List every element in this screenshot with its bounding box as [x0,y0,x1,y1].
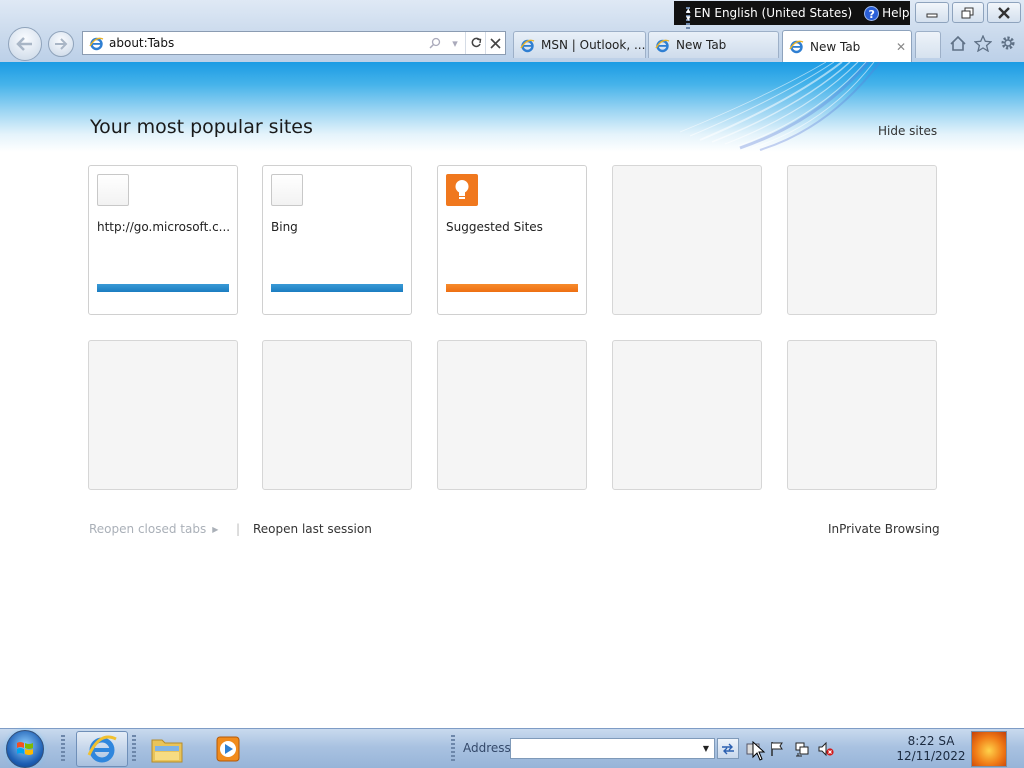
forward-button[interactable] [48,31,74,57]
windows-logo-icon [17,742,33,755]
taskbar-grip[interactable] [451,735,455,763]
language-label[interactable]: EN English (United States) [694,6,852,20]
ie-icon [789,39,804,54]
taskbar-windows-explorer[interactable] [141,731,193,767]
new-tab-page: Your most popular sites Hide sites http:… [0,62,1024,728]
empty-site-tile[interactable] [787,340,937,490]
favorites-star-icon[interactable] [973,33,993,53]
folder-icon [151,739,183,763]
taskbar-grip[interactable] [132,735,136,763]
taskbar-address-input[interactable]: ▼ [510,738,715,759]
flag-icon[interactable] [769,741,785,757]
address-input[interactable]: about:Tabs [109,36,425,50]
stop-icon[interactable] [485,32,505,54]
mouse-pointer-icon [752,741,766,761]
close-window-button[interactable] [987,2,1021,23]
new-tab-button[interactable] [915,31,941,58]
restore-button[interactable] [952,2,984,23]
taskbar: Address ▼ 8:22 SA 12/11/2022 [0,728,1024,768]
reopen-closed-tabs-label: Reopen closed tabs [89,522,207,536]
network-icon[interactable] [794,741,810,757]
reopen-last-session-link[interactable]: Reopen last session [253,522,372,536]
language-bar[interactable]: EN English (United States) ? Help ▴ ▾ [674,1,910,35]
browser-chrome: EN English (United States) ? Help ▴ ▾ abo… [0,0,1024,62]
close-tab-icon[interactable]: ✕ [896,40,906,54]
ie-icon [87,735,117,763]
link-separator: | [236,522,241,536]
minimize-icon [926,13,938,17]
empty-site-tile[interactable] [612,165,762,315]
header-banner [0,62,1024,152]
forward-arrow-icon [55,38,68,50]
ie-icon [520,38,535,53]
blank-favicon-icon [271,174,303,206]
reopen-closed-tabs-link[interactable]: Reopen closed tabs ▶ [89,522,218,536]
back-button[interactable] [8,27,42,61]
volume-muted-icon[interactable] [818,741,834,757]
search-icon[interactable] [425,32,445,54]
site-tile-go-microsoft[interactable]: http://go.microsoft.c... [88,165,238,315]
help-icon[interactable]: ? [864,5,880,21]
tools-gear-icon[interactable] [998,33,1018,53]
swoosh-decoration [679,62,881,151]
tab-label: MSN | Outlook, ... [541,38,646,52]
site-tile-label: Suggested Sites [446,220,543,234]
close-icon [998,6,1010,19]
site-tile-suggested-sites[interactable]: Suggested Sites [437,165,587,315]
address-bar[interactable]: about:Tabs ▾ [82,31,506,55]
clock-date: 12/11/2022 [896,749,966,763]
tab-label: New Tab [810,39,861,54]
hide-sites-link[interactable]: Hide sites [878,124,937,138]
site-activity-bar [97,284,229,292]
start-button[interactable] [6,730,44,768]
home-icon[interactable] [948,33,968,53]
site-activity-bar [446,284,578,292]
taskbar-address-go-button[interactable] [717,738,739,759]
media-player-icon [216,736,240,762]
site-tile-bing[interactable]: Bing [262,165,412,315]
back-arrow-icon [16,37,32,51]
submenu-arrow-icon: ▶ [212,525,219,534]
inprivate-browsing-link[interactable]: InPrivate Browsing [828,522,940,536]
refresh-icon[interactable] [465,32,485,54]
go-arrows-icon [722,743,734,754]
tab-label: New Tab [676,38,727,52]
help-label[interactable]: Help [882,6,909,20]
lightbulb-icon [446,174,478,206]
dropdown-icon[interactable]: ▾ [445,32,465,54]
ie-icon [655,38,670,53]
user-avatar-flower[interactable] [971,731,1007,767]
tab-new-tab-active[interactable]: New Tab ✕ [782,30,912,62]
minimize-button[interactable] [915,2,949,23]
blank-favicon-icon [97,174,129,206]
site-tile-label: Bing [271,220,298,234]
empty-site-tile[interactable] [787,165,937,315]
site-activity-bar [271,284,403,292]
empty-site-tile[interactable] [88,340,238,490]
site-tile-label: http://go.microsoft.c... [97,220,231,234]
taskbar-internet-explorer[interactable] [76,731,128,767]
tab-new-tab[interactable]: New Tab [648,31,779,58]
taskbar-address-label: Address [463,741,511,755]
clock-time: 8:22 SA [907,734,955,748]
empty-site-tile[interactable] [612,340,762,490]
empty-site-tile[interactable] [437,340,587,490]
empty-site-tile[interactable] [262,340,412,490]
system-clock[interactable]: 8:22 SA 12/11/2022 [896,734,966,764]
tab-msn[interactable]: MSN | Outlook, ... [513,31,646,58]
taskbar-grip[interactable] [61,735,65,763]
page-title: Your most popular sites [90,116,313,138]
dropdown-icon[interactable]: ▼ [698,739,714,758]
restore-icon [961,7,974,18]
ie-icon [89,36,104,51]
taskbar-media-player[interactable] [202,731,254,767]
